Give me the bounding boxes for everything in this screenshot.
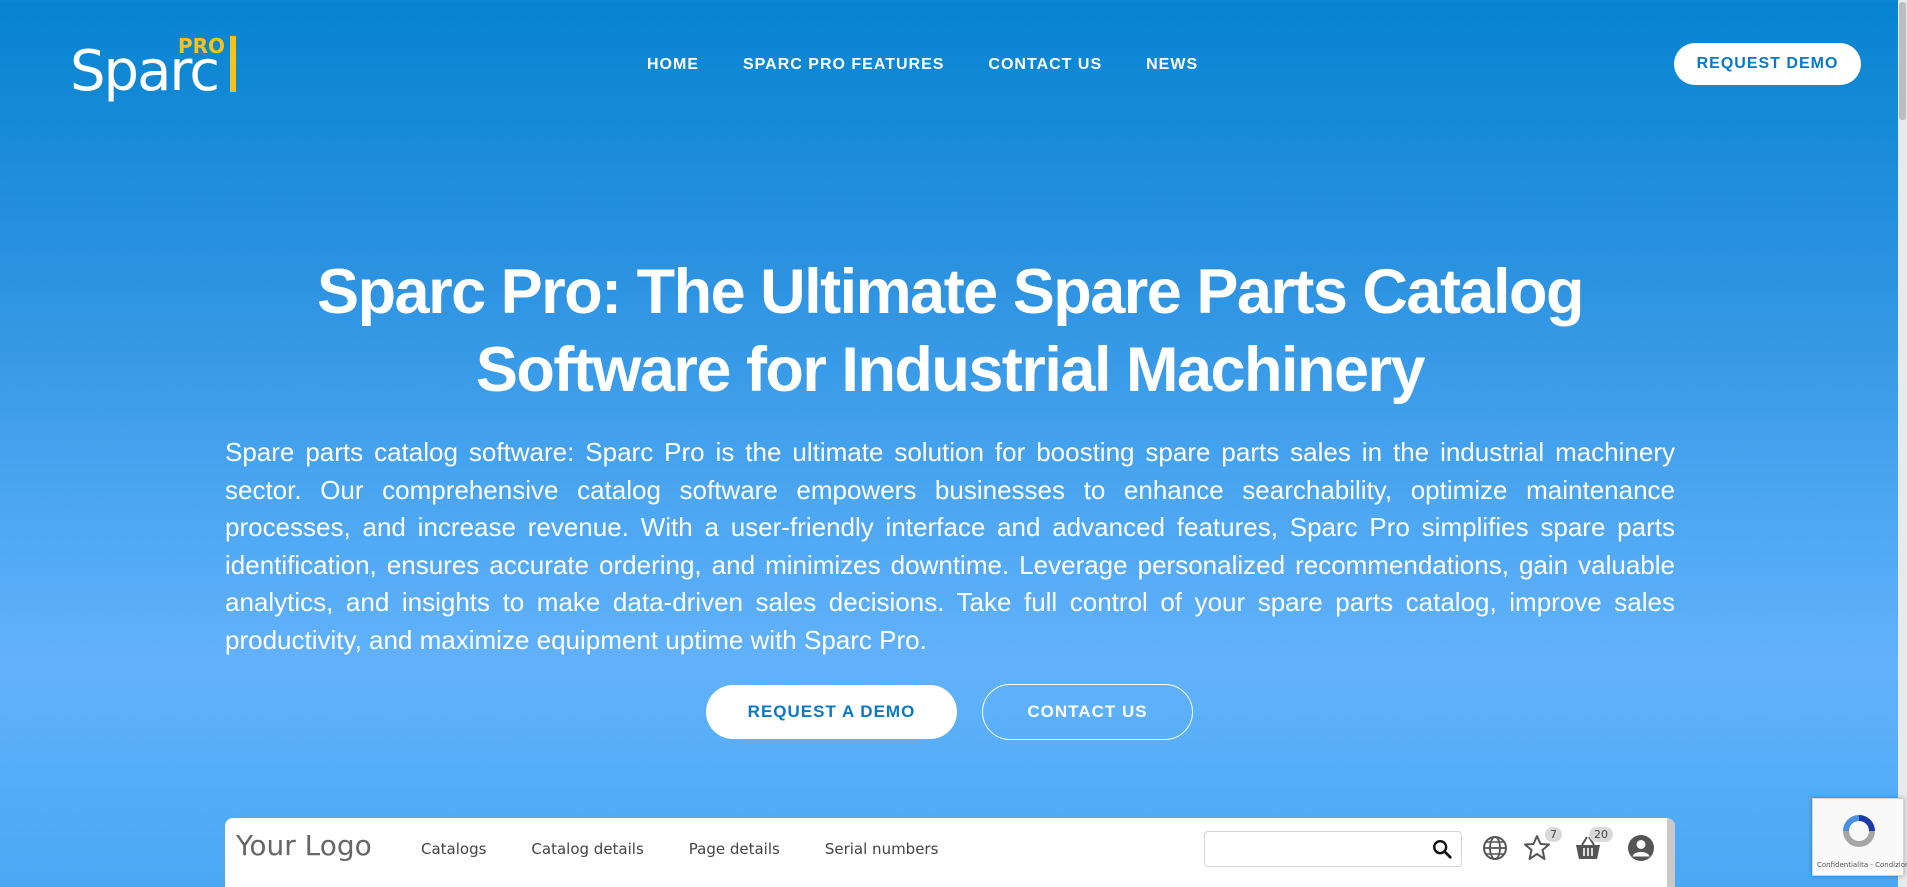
- cart-button[interactable]: 20: [1573, 827, 1613, 863]
- cart-count-badge: 20: [1589, 827, 1613, 842]
- main-nav: HOME SPARC PRO FEATURES CONTACT US NEWS: [647, 56, 1198, 74]
- nav-features[interactable]: SPARC PRO FEATURES: [743, 56, 944, 74]
- scrollbar-thumb[interactable]: [1899, 2, 1906, 120]
- favorites-button[interactable]: 7: [1522, 827, 1562, 863]
- page-scrollbar[interactable]: [1898, 0, 1907, 887]
- search-icon[interactable]: [1431, 838, 1453, 860]
- user-icon[interactable]: [1626, 833, 1656, 863]
- hero-title: Sparc Pro: The Ultimate Spare Parts Cata…: [225, 253, 1675, 409]
- preview-nav: Catalogs Catalog details Page details Se…: [421, 840, 938, 858]
- logo-accent-bar: [230, 36, 236, 92]
- nav-news[interactable]: NEWS: [1146, 56, 1198, 74]
- logo-pro: PRO: [178, 34, 226, 58]
- preview-nav-serial-numbers[interactable]: Serial numbers: [825, 840, 939, 858]
- app-preview: Your Logo Catalogs Catalog details Page …: [225, 818, 1675, 887]
- preview-search-input[interactable]: [1204, 831, 1462, 867]
- preview-nav-catalog-details[interactable]: Catalog details: [531, 840, 643, 858]
- recaptcha-badge[interactable]: Confidentialita - Condizioni: [1812, 798, 1907, 876]
- site-logo[interactable]: Sparc PRO: [70, 32, 250, 104]
- preview-nav-page-details[interactable]: Page details: [689, 840, 780, 858]
- recaptcha-terms[interactable]: Confidentialita - Condizioni: [1817, 861, 1907, 869]
- request-demo-button[interactable]: REQUEST DEMO: [1674, 43, 1861, 85]
- hero-title-line1: Sparc Pro: The Ultimate Spare Parts Cata…: [317, 257, 1584, 327]
- nav-home[interactable]: HOME: [647, 56, 699, 74]
- favorites-count-badge: 7: [1545, 827, 1562, 842]
- hero-title-line2: Software for Industrial Machinery: [475, 335, 1426, 405]
- preview-logo: Your Logo: [236, 829, 372, 862]
- globe-icon[interactable]: [1480, 833, 1510, 863]
- preview-nav-catalogs[interactable]: Catalogs: [421, 840, 486, 858]
- nav-contact[interactable]: CONTACT US: [988, 56, 1102, 74]
- request-a-demo-button[interactable]: REQUEST A DEMO: [706, 685, 957, 739]
- hero-description: Spare parts catalog software: Sparc Pro …: [225, 437, 1675, 655]
- contact-us-button[interactable]: CONTACT US: [982, 684, 1193, 740]
- recaptcha-icon: [1843, 815, 1875, 847]
